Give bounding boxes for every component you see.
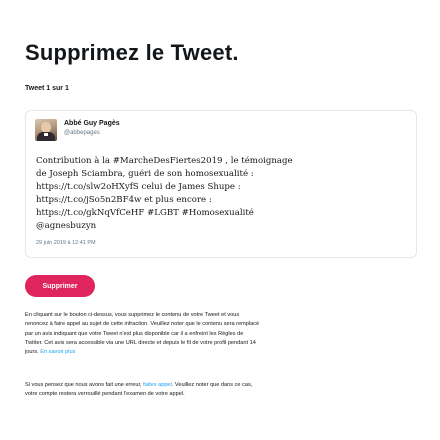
tweet-timestamp: 29 juin 2019 à 12:41 PM — [36, 240, 96, 246]
tweet-text-line: https://t.co/jSo5n2BF4w et plus encore : — [36, 195, 212, 205]
appeal-link[interactable]: faites appel — [143, 382, 172, 388]
notice-paragraph: En cliquant sur le bouton ci-dessus, vou… — [25, 311, 420, 357]
appeal-text-after: . Veuillez noter que dans ce cas, — [171, 382, 253, 388]
notice-line: votre compte restera verrouillé pendant … — [25, 391, 185, 398]
learn-more-link[interactable]: En savoir plus — [40, 349, 75, 355]
tweet-text-line: @agnesbuzyn — [36, 221, 97, 231]
tweet-counter: Tweet 1 sur 1 — [25, 85, 69, 92]
avatar-collar — [44, 133, 48, 136]
notice-line: Twitter. Cet avis sera accessible via un… — [25, 339, 256, 346]
tweet-text: Contribution à la #MarcheDesFiertes2019 … — [36, 155, 411, 233]
tweet-author-handle[interactable]: @abbepages — [64, 130, 100, 136]
appeal-text-before: Si vous pensez que nous avons fait une e… — [25, 382, 144, 388]
tweet-card: Abbé Guy Pagès @abbepages Contribution à… — [25, 110, 417, 258]
tweet-text-line: Contribution à la #MarcheDesFiertes2019 … — [36, 156, 293, 166]
appeal-paragraph: Si vous pensez que nous avons fait une e… — [25, 381, 420, 400]
notice-line: jours. En savoir plus — [25, 348, 420, 357]
tweet-text-line: https://t.co/gkNqVfCeHF #LGBT #Homosexua… — [36, 208, 254, 218]
tweet-author-name[interactable]: Abbé Guy Pagès — [64, 120, 120, 127]
notice-line: En cliquant sur le bouton ci-dessus, vou… — [25, 312, 240, 318]
delete-tweet-button[interactable]: Supprimer — [25, 275, 95, 297]
notice-line: par un avis indiquant que votre Tweet n'… — [25, 330, 244, 337]
tweet-text-line: https://t.co/slw2oHXyfS celui de James S… — [36, 182, 241, 192]
notice-line: Si vous pensez que nous avons fait une e… — [25, 381, 420, 390]
avatar[interactable] — [35, 119, 57, 141]
page-title: Supprimez le Tweet. — [25, 40, 239, 65]
notice-line-text: jours. — [25, 349, 39, 356]
notice-line: renoncez à faire appel au sujet de cette… — [25, 321, 260, 328]
tweet-text-line: de Joseph Sciambra, guéri de son homosex… — [36, 169, 254, 179]
